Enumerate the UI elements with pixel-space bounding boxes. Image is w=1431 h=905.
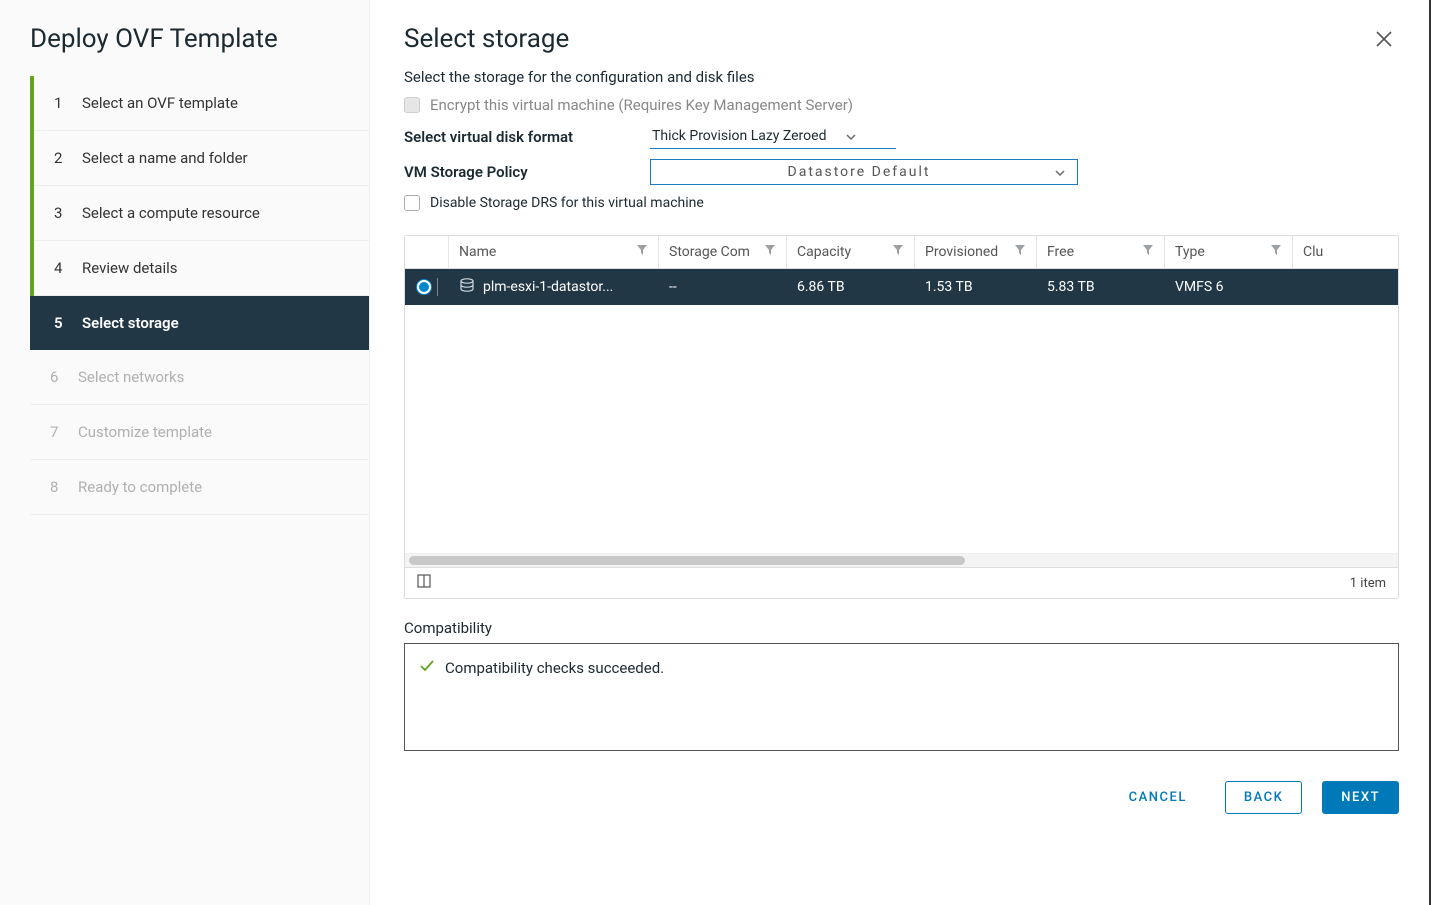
step-label: Select storage bbox=[82, 314, 179, 332]
filter-icon[interactable] bbox=[1270, 244, 1282, 260]
step-select-storage[interactable]: 5 Select storage bbox=[30, 296, 369, 350]
datastore-icon bbox=[459, 277, 475, 297]
disable-drs-label: Disable Storage DRS for this virtual mac… bbox=[430, 195, 704, 211]
row-free: 5.83 TB bbox=[1037, 271, 1165, 303]
disk-format-label: Select virtual disk format bbox=[404, 128, 640, 146]
grid-col-provisioned[interactable]: Provisioned bbox=[915, 236, 1037, 268]
compatibility-message: Compatibility checks succeeded. bbox=[445, 659, 664, 677]
grid-col-storage-compat[interactable]: Storage Com bbox=[659, 236, 787, 268]
row-name: plm-esxi-1-datastor... bbox=[483, 279, 613, 295]
col-label: Storage Com bbox=[669, 244, 750, 260]
grid-col-name[interactable]: Name bbox=[449, 236, 659, 268]
encrypt-label: Encrypt this virtual machine (Requires K… bbox=[430, 96, 853, 114]
grid-horizontal-scrollbar[interactable] bbox=[405, 553, 1398, 567]
encrypt-row: Encrypt this virtual machine (Requires K… bbox=[404, 96, 1399, 114]
step-ready-complete: 8 Ready to complete bbox=[30, 460, 369, 515]
storage-policy-label: VM Storage Policy bbox=[404, 163, 640, 181]
wizard-steps-panel: Deploy OVF Template 1 Select an OVF temp… bbox=[0, 0, 370, 905]
storage-policy-select[interactable]: Datastore Default bbox=[650, 159, 1078, 185]
step-label: Customize template bbox=[78, 423, 212, 441]
row-radio-selected[interactable] bbox=[417, 280, 431, 294]
step-number: 4 bbox=[54, 259, 68, 277]
col-label: Free bbox=[1047, 244, 1074, 260]
step-number: 5 bbox=[54, 314, 68, 332]
col-label: Type bbox=[1175, 244, 1205, 260]
scrollbar-thumb[interactable] bbox=[409, 556, 965, 565]
page-title: Select storage bbox=[404, 24, 569, 54]
row-divider bbox=[437, 278, 438, 296]
step-number: 2 bbox=[54, 149, 68, 167]
col-label: Name bbox=[459, 244, 496, 260]
filter-icon[interactable] bbox=[764, 244, 776, 260]
filter-icon[interactable] bbox=[1142, 244, 1154, 260]
step-select-networks: 6 Select networks bbox=[30, 350, 369, 405]
chevron-down-icon bbox=[846, 128, 856, 144]
step-label: Select a compute resource bbox=[82, 204, 260, 222]
step-number: 6 bbox=[50, 368, 64, 386]
chevron-down-icon bbox=[1055, 164, 1065, 180]
step-label: Select a name and folder bbox=[82, 149, 248, 167]
grid-footer: 1 item bbox=[405, 567, 1398, 598]
datastore-grid: Name Storage Com Capacity Provisioned Fr… bbox=[404, 235, 1399, 599]
step-name-folder[interactable]: 2 Select a name and folder bbox=[34, 131, 369, 186]
cancel-button[interactable]: CANCEL bbox=[1111, 782, 1205, 813]
wizard-title: Deploy OVF Template bbox=[0, 24, 369, 76]
row-capacity: 6.86 TB bbox=[787, 271, 915, 303]
grid-body: plm-esxi-1-datastor... -- 6.86 TB 1.53 T… bbox=[405, 269, 1398, 553]
step-select-ovf[interactable]: 1 Select an OVF template bbox=[34, 76, 369, 131]
grid-col-radio bbox=[405, 236, 449, 268]
grid-col-capacity[interactable]: Capacity bbox=[787, 236, 915, 268]
step-number: 8 bbox=[50, 478, 64, 496]
col-label: Capacity bbox=[797, 244, 851, 260]
step-review-details[interactable]: 4 Review details bbox=[34, 241, 369, 296]
disk-format-value: Thick Provision Lazy Zeroed bbox=[652, 128, 826, 144]
step-compute-resource[interactable]: 3 Select a compute resource bbox=[34, 186, 369, 241]
content-panel: Select storage Select the storage for th… bbox=[370, 0, 1431, 905]
check-icon bbox=[419, 658, 435, 678]
page-subtitle: Select the storage for the configuration… bbox=[404, 68, 1399, 86]
step-list-completed: 1 Select an OVF template 2 Select a name… bbox=[30, 76, 369, 350]
row-storage-compat: -- bbox=[659, 271, 787, 303]
row-cluster bbox=[1293, 279, 1398, 295]
storage-policy-value: Datastore Default bbox=[663, 164, 1055, 180]
step-number: 3 bbox=[54, 204, 68, 222]
column-picker-icon[interactable] bbox=[417, 574, 431, 592]
filter-icon[interactable] bbox=[892, 244, 904, 260]
col-label: Clu bbox=[1303, 244, 1323, 260]
row-type: VMFS 6 bbox=[1165, 271, 1293, 303]
encrypt-checkbox bbox=[404, 97, 420, 113]
col-label: Provisioned bbox=[925, 244, 998, 260]
step-label: Ready to complete bbox=[78, 478, 202, 496]
step-list-pending: 6 Select networks 7 Customize template 8… bbox=[30, 350, 369, 515]
compatibility-label: Compatibility bbox=[404, 619, 1399, 637]
grid-col-free[interactable]: Free bbox=[1037, 236, 1165, 268]
back-button[interactable]: BACK bbox=[1225, 781, 1302, 814]
grid-item-count: 1 item bbox=[1350, 576, 1386, 591]
close-icon[interactable] bbox=[1369, 24, 1399, 54]
step-customize-template: 7 Customize template bbox=[30, 405, 369, 460]
disk-format-select[interactable]: Thick Provision Lazy Zeroed bbox=[650, 124, 896, 149]
step-number: 7 bbox=[50, 423, 64, 441]
filter-icon[interactable] bbox=[1014, 244, 1026, 260]
grid-col-cluster[interactable]: Clu bbox=[1293, 236, 1398, 268]
step-label: Select an OVF template bbox=[82, 94, 238, 112]
grid-col-type[interactable]: Type bbox=[1165, 236, 1293, 268]
step-number: 1 bbox=[54, 94, 68, 112]
grid-header: Name Storage Com Capacity Provisioned Fr… bbox=[405, 236, 1398, 269]
disable-drs-row[interactable]: Disable Storage DRS for this virtual mac… bbox=[404, 195, 1399, 211]
wizard-footer: CANCEL BACK NEXT bbox=[404, 781, 1399, 814]
compatibility-box: Compatibility checks succeeded. bbox=[404, 643, 1399, 751]
step-label: Review details bbox=[82, 259, 177, 277]
datastore-row[interactable]: plm-esxi-1-datastor... -- 6.86 TB 1.53 T… bbox=[405, 269, 1398, 305]
next-button[interactable]: NEXT bbox=[1322, 781, 1399, 814]
row-provisioned: 1.53 TB bbox=[915, 271, 1037, 303]
filter-icon[interactable] bbox=[636, 244, 648, 260]
step-label: Select networks bbox=[78, 368, 184, 386]
disable-drs-checkbox[interactable] bbox=[404, 195, 420, 211]
